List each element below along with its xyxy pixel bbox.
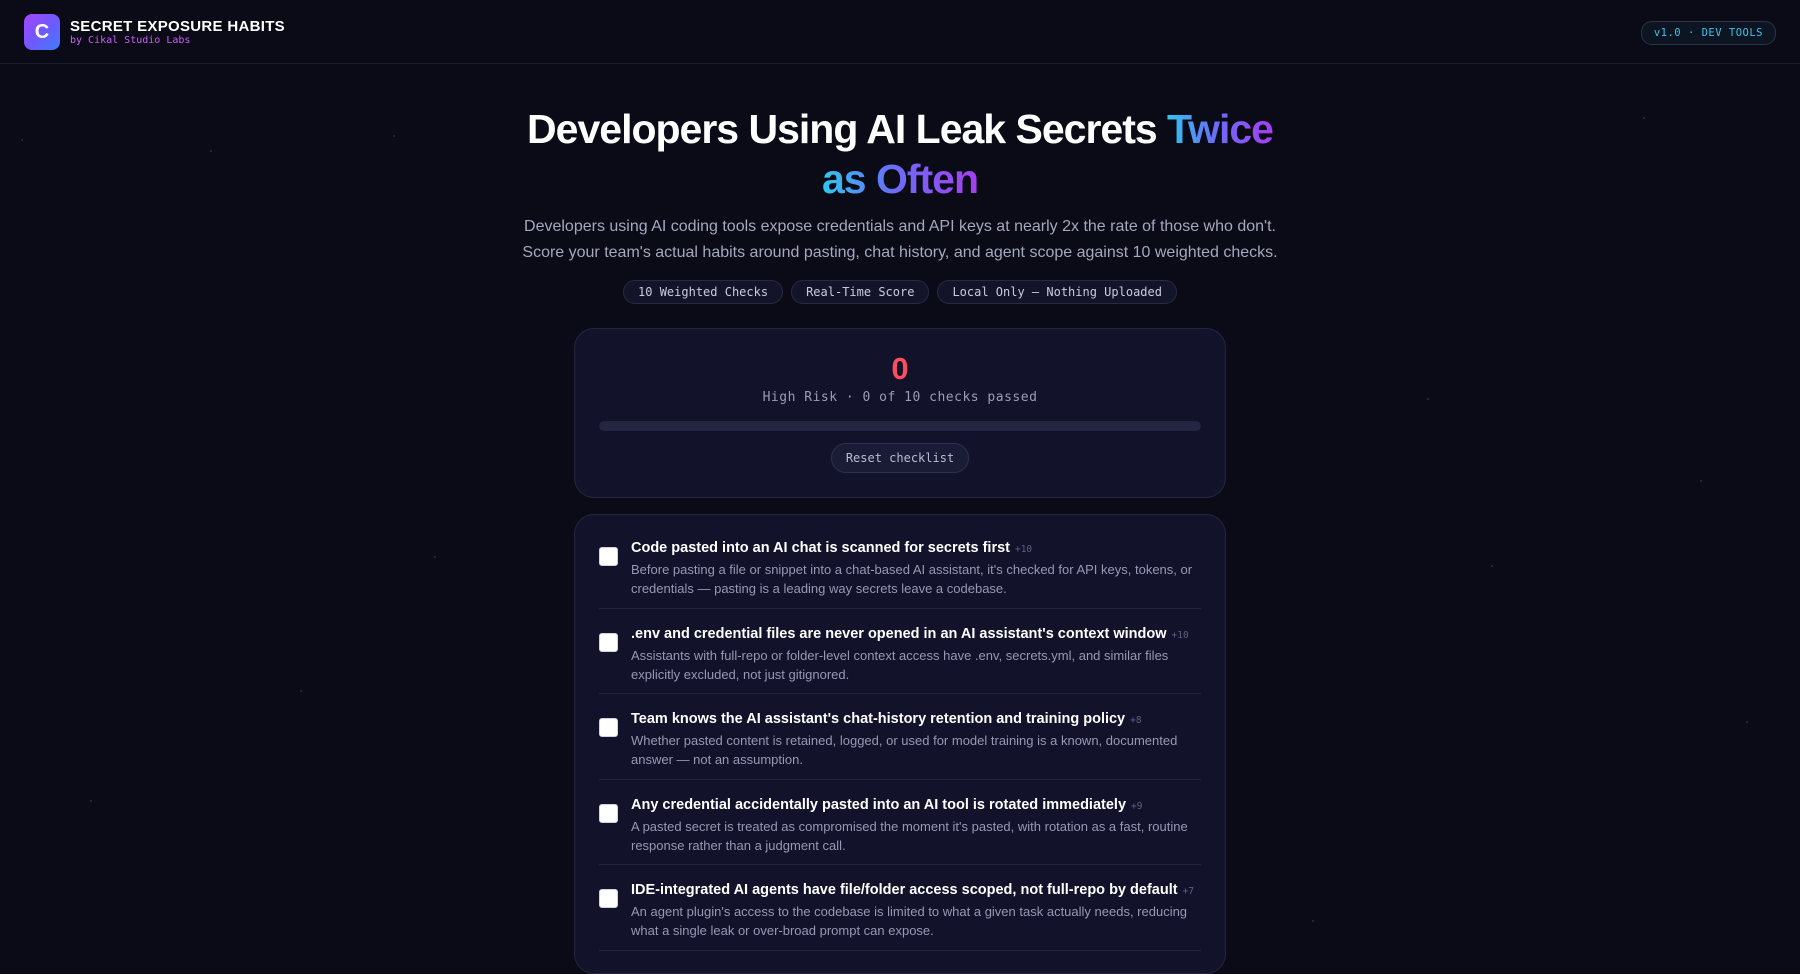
pill-real-time-score: Real-Time Score — [791, 280, 930, 304]
version-badge: v1.0 · DEV TOOLS — [1640, 21, 1776, 45]
checklist-item-description: Whether pasted content is retained, logg… — [631, 733, 1178, 767]
checklist-item-weight: +8 — [1130, 715, 1142, 726]
checklist-item[interactable]: Any credential accidentally pasted into … — [599, 780, 1201, 865]
checklist-item-weight: +7 — [1182, 886, 1194, 897]
checklist-item-description: A pasted secret is treated as compromise… — [631, 818, 1188, 853]
checklist-item-description: An agent plugin's access to the codebase… — [631, 904, 1188, 938]
checklist-item-title: IDE-integrated AI agents have file/folde… — [631, 882, 1194, 898]
checklist-item-title-text: Team knows the AI assistant's chat-histo… — [631, 711, 1126, 727]
checklist-item-title-text: IDE-integrated AI agents have file/folde… — [631, 882, 1178, 898]
checklist-item[interactable]: .env and credential files are never open… — [599, 609, 1201, 694]
hero-title-highlight-2: as Often — [821, 156, 979, 202]
reset-checklist-button[interactable]: Reset checklist — [831, 443, 969, 473]
logo-icon[interactable]: C — [24, 14, 60, 50]
score-status-label: High Risk · 0 of 10 checks passed — [762, 390, 1038, 405]
checklist-item-weight: +9 — [1131, 800, 1143, 812]
pill-local-only: Local Only — Nothing Uploaded — [937, 280, 1177, 304]
checklist-item[interactable]: Team knows the AI assistant's chat-histo… — [599, 694, 1201, 780]
hero-title-highlight: Twice — [1167, 106, 1274, 152]
top-bar: C SECRET EXPOSURE HABITS by Cikal Studio… — [0, 0, 1800, 64]
checklist-checkbox[interactable] — [599, 632, 618, 652]
checklist-item-description: Assistants with full-repo or folder-leve… — [631, 647, 1169, 682]
checklist-item-title-text: Code pasted into an AI chat is scanned f… — [631, 540, 1010, 556]
checklist-item-title-text: .env and credential files are never open… — [631, 625, 1167, 642]
checklist-item-weight: +10 — [1014, 544, 1033, 555]
checklist-checkbox[interactable] — [599, 718, 618, 737]
checklist: Code pasted into an AI chat is scanned f… — [574, 514, 1226, 974]
checklist-item-title: Code pasted into an AI chat is scanned f… — [631, 540, 1032, 556]
checklist-item[interactable]: Code pasted into an AI chat is scanned f… — [599, 523, 1201, 609]
score-card: 0 High Risk · 0 of 10 checks passed Rese… — [574, 328, 1226, 498]
checklist-item-title: Team knows the AI assistant's chat-histo… — [631, 711, 1142, 727]
checklist-item[interactable]: IDE-integrated AI agents have file/folde… — [599, 865, 1201, 951]
checklist-item-description: Before pasting a file or snippet into a … — [631, 562, 1193, 596]
checklist-item-title: .env and credential files are never open… — [631, 626, 1189, 642]
checklist-checkbox[interactable] — [599, 803, 618, 823]
hero-title-plain: Developers Using AI Leak Secrets — [527, 106, 1168, 152]
score-value: 0 — [891, 351, 909, 386]
checklist-checkbox[interactable] — [599, 889, 618, 908]
app-title: SECRET EXPOSURE HABITS — [70, 18, 285, 35]
hero-title: Developers Using AI Leak Secrets Twice a… — [0, 104, 1800, 204]
score-progress-bar — [599, 421, 1201, 431]
pill-weighted-checks: 10 Weighted Checks — [623, 280, 784, 304]
feature-pills: 10 Weighted Checks Real-Time Score Local… — [0, 280, 1800, 304]
checklist-checkbox[interactable] — [599, 547, 618, 566]
hero-subtitle: Developers using AI coding tools expose … — [522, 218, 1278, 261]
app-subtitle: by Cikal Studio Labs — [70, 35, 191, 46]
checklist-item-weight: +10 — [1171, 629, 1189, 641]
checklist-item-title: Any credential accidentally pasted into … — [631, 797, 1142, 813]
checklist-item-title-text: Any credential accidentally pasted into … — [631, 796, 1127, 813]
